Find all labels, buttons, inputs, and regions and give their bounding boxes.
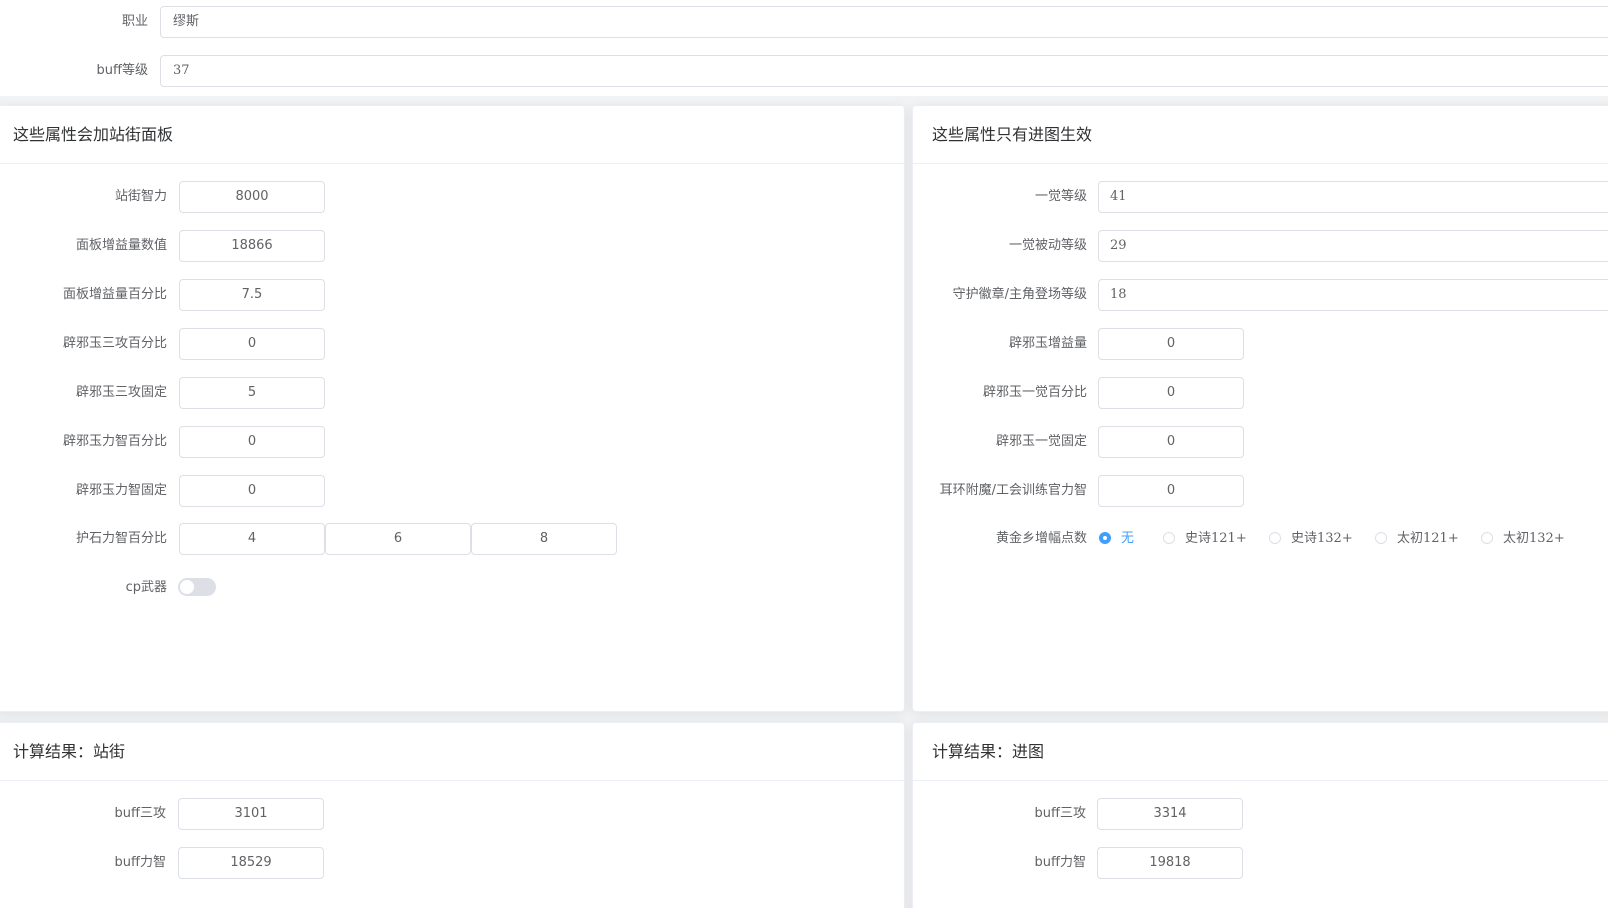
guard-stone-label: 护石力智百分比 <box>75 531 167 546</box>
guard-stone-input-2[interactable]: 6 <box>325 523 471 555</box>
result-label: buff力智 <box>114 855 166 870</box>
radio-dot <box>1163 532 1175 544</box>
result-dungeon-header: 计算结果：进图 <box>913 723 1608 781</box>
toggle-knob <box>180 580 194 594</box>
field-label: 耳环附魔/工会训练官力智 <box>939 483 1087 498</box>
awaken-level-input[interactable]: 41 <box>1098 181 1608 213</box>
result-label: buff力智 <box>1034 855 1086 870</box>
jade-awaken-percent-input[interactable]: 0 <box>1098 377 1244 409</box>
field-label: 辟邪玉三攻百分比 <box>62 336 167 351</box>
jade-stat-fixed-input[interactable]: 0 <box>179 475 325 507</box>
buff-level-row: buff等级 37 <box>0 55 1608 87</box>
field-label: 站街智力 <box>114 189 167 204</box>
radio-dot <box>1269 532 1281 544</box>
field-row: 面板增益量百分比 7.5 <box>0 279 904 311</box>
jade-awaken-fixed-input[interactable]: 0 <box>1098 426 1244 458</box>
panel-gain-percent-input[interactable]: 7.5 <box>179 279 325 311</box>
field-label: 面板增益量百分比 <box>62 287 167 302</box>
radio-dot <box>1099 532 1111 544</box>
result-label: buff三攻 <box>1034 806 1086 821</box>
cp-weapon-label: cp武器 <box>125 580 167 595</box>
result-street-title: 计算结果：站街 <box>13 742 126 761</box>
guard-stone-input-1[interactable]: 4 <box>179 523 325 555</box>
field-row: 一觉等级 41 <box>913 181 1608 213</box>
result-row: buff力智 19818 <box>913 847 1608 879</box>
radio-dot <box>1481 532 1493 544</box>
result-dungeon-stat-output[interactable]: 19818 <box>1097 847 1243 879</box>
cp-weapon-toggle[interactable] <box>178 578 216 596</box>
field-label: 一觉被动等级 <box>1008 238 1087 253</box>
field-label: 辟邪玉一觉固定 <box>995 434 1087 449</box>
field-row: 耳环附魔/工会训练官力智 0 <box>913 475 1608 507</box>
field-row: 辟邪玉力智百分比 0 <box>0 426 904 458</box>
panel-dungeon-attributes: 这些属性只有进图生效 一觉等级 41 一觉被动等级 29 守护徽章/主角登场等级… <box>912 105 1608 712</box>
field-row: 守护徽章/主角登场等级 18 <box>913 279 1608 311</box>
job-label: 职业 <box>121 14 148 29</box>
radio-label: 太初121+ <box>1397 531 1459 546</box>
result-street-header: 计算结果：站街 <box>0 723 904 781</box>
awaken-passive-level-input[interactable]: 29 <box>1098 230 1608 262</box>
result-street-attack-output[interactable]: 3101 <box>178 798 324 830</box>
field-row: 面板增益量数值 18866 <box>0 230 904 262</box>
panel-street-title: 这些属性会加站街面板 <box>13 125 174 144</box>
result-row: buff三攻 3314 <box>913 798 1608 830</box>
field-row: 一觉被动等级 29 <box>913 230 1608 262</box>
field-row: 辟邪玉三攻百分比 0 <box>0 328 904 360</box>
field-label: 辟邪玉力智固定 <box>75 483 167 498</box>
field-row: 辟邪玉力智固定 0 <box>0 475 904 507</box>
earring-enchant-input[interactable]: 0 <box>1098 475 1244 507</box>
guard-badge-level-input[interactable]: 18 <box>1098 279 1608 311</box>
buff-level-input[interactable]: 37 <box>160 55 1608 87</box>
field-row: 辟邪玉增益量 0 <box>913 328 1608 360</box>
radio-label: 史诗132+ <box>1291 531 1353 546</box>
result-row: buff三攻 3101 <box>0 798 904 830</box>
result-dungeon-title: 计算结果：进图 <box>932 742 1045 761</box>
panel-gain-value-input[interactable]: 18866 <box>179 230 325 262</box>
field-row: 站街智力 8000 <box>0 181 904 213</box>
radio-label: 无 <box>1121 531 1135 546</box>
guard-stone-input-3[interactable]: 8 <box>471 523 617 555</box>
panel-street-header: 这些属性会加站街面板 <box>0 106 904 164</box>
field-label: 面板增益量数值 <box>75 238 167 253</box>
jade-gain-input[interactable]: 0 <box>1098 328 1244 360</box>
panel-dungeon-header: 这些属性只有进图生效 <box>913 106 1608 164</box>
panel-street-attributes: 这些属性会加站街面板 站街智力 8000 面板增益量数值 18866 面板增益量… <box>0 105 905 712</box>
result-label: buff三攻 <box>114 806 166 821</box>
radio-label: 太初132+ <box>1503 531 1565 546</box>
buff-level-label: buff等级 <box>96 63 148 78</box>
top-form: 职业 缪斯 buff等级 37 <box>0 0 1608 96</box>
jade-stat-percent-input[interactable]: 0 <box>179 426 325 458</box>
page: 职业 缪斯 buff等级 37 这些属性会加站街面板 站街智力 8000 面板增… <box>0 0 1608 908</box>
panel-dungeon-title: 这些属性只有进图生效 <box>932 125 1093 144</box>
job-select[interactable]: 缪斯 <box>160 6 1608 38</box>
field-label: 守护徽章/主角登场等级 <box>952 287 1087 302</box>
radio-label: 史诗121+ <box>1185 531 1247 546</box>
jade-attack-fixed-input[interactable]: 5 <box>179 377 325 409</box>
field-row: 辟邪玉三攻固定 5 <box>0 377 904 409</box>
result-dungeon-attack-output[interactable]: 3314 <box>1097 798 1243 830</box>
field-label: 辟邪玉力智百分比 <box>62 434 167 449</box>
cp-weapon-row: cp武器 <box>0 572 904 604</box>
gold-village-row: 黄金乡增幅点数 无 史诗121+ 史诗132+ 太初121+ 太初132+ <box>913 523 1608 555</box>
field-label: 辟邪玉增益量 <box>1008 336 1087 351</box>
field-row: 辟邪玉一觉百分比 0 <box>913 377 1608 409</box>
field-label: 辟邪玉三攻固定 <box>75 385 167 400</box>
field-label: 一觉等级 <box>1034 189 1087 204</box>
guard-stone-row: 护石力智百分比 4 6 8 <box>0 523 904 555</box>
result-row: buff力智 18529 <box>0 847 904 879</box>
jade-attack-percent-input[interactable]: 0 <box>179 328 325 360</box>
street-int-input[interactable]: 8000 <box>179 181 325 213</box>
result-street-stat-output[interactable]: 18529 <box>178 847 324 879</box>
panel-result-street: 计算结果：站街 buff三攻 3101 buff力智 18529 <box>0 722 905 908</box>
radio-dot <box>1375 532 1387 544</box>
field-label: 辟邪玉一觉百分比 <box>982 385 1087 400</box>
gold-village-label: 黄金乡增幅点数 <box>995 531 1087 546</box>
field-row: 辟邪玉一觉固定 0 <box>913 426 1608 458</box>
panel-result-dungeon: 计算结果：进图 buff三攻 3314 buff力智 19818 <box>912 722 1608 908</box>
job-row: 职业 缪斯 <box>0 6 1608 38</box>
